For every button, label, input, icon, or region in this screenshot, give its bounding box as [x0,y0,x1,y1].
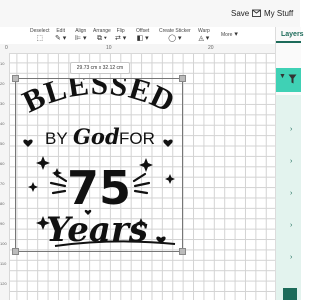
edit-button[interactable]: Edit ✎ ▾ [55,28,66,43]
create-sticker-button[interactable]: Create Sticker ◯ ▾ [159,28,191,43]
warp-icon: ◬ ▾ [198,35,210,42]
ruler-left-number: 60 [0,161,5,166]
ruler-left-number: 50 [0,141,5,146]
create-sticker-icon: ◯ ▾ [168,35,182,42]
save-button[interactable]: Save [231,9,249,18]
ruler-left-number: 10 [0,61,5,66]
dimension-label: 29.73 cm x 32.12 cm [70,62,130,74]
ruler-left-number: 110 [0,261,7,266]
ruler-top: 0 10 20 [0,44,275,54]
ruler-left-number: 70 [0,181,5,186]
ruler-left-number: 40 [0,121,5,126]
collapse-chevron-icon[interactable]: ▼ [279,73,286,80]
ruler-top-number: 20 [208,45,214,51]
my-stuff-icon [252,9,261,17]
ruler-left-number: 20 [0,81,5,86]
more-label: More [221,32,233,38]
more-button[interactable]: More ▾ [221,31,238,38]
offset-button[interactable]: Offset ◧ ▾ [136,28,149,43]
flip-icon: ⇄ ▾ [115,35,127,42]
chevron-right-icon[interactable]: › [290,190,292,197]
layer-group-icon [288,74,297,84]
selection-box[interactable] [15,78,183,252]
deselect-button[interactable]: Deselect ⬚ [30,28,49,43]
top-bar: Save My Stuff [0,0,300,28]
selection-handle-top-right[interactable] [179,75,186,82]
align-button[interactable]: Align ⊫ ▾ [75,28,87,43]
selection-handle-bottom-right[interactable] [179,248,186,255]
ruler-left: 10 20 30 40 50 60 70 80 90 100 110 120 [0,53,10,300]
arrange-icon: ⧉ ▾ [96,35,107,42]
ruler-left-number: 30 [0,101,5,106]
edit-icon: ✎ ▾ [55,35,67,42]
edit-toolbar: Deselect ⬚ Edit ✎ ▾ Align ⊫ ▾ Arrange ⧉ … [0,27,300,45]
layer-children-list [276,95,301,300]
warp-button[interactable]: Warp ◬ ▾ [198,28,210,43]
align-icon: ⊫ ▾ [75,35,87,42]
ruler-left-number: 120 [0,281,7,286]
corner-badge[interactable] [283,288,297,300]
ruler-left-number: 80 [0,201,5,206]
layers-panel: Layers ▼ › › › › › [275,27,304,300]
offset-icon: ◧ ▾ [136,35,149,42]
arrange-button[interactable]: Arrange ⧉ ▾ [93,28,111,43]
chevron-right-icon[interactable]: › [290,254,292,261]
layers-tab-indicator [276,41,301,43]
flip-button[interactable]: Flip ⇄ ▾ [115,28,126,43]
selection-handle-top-left[interactable] [12,75,19,82]
more-chevron-icon: ▾ [234,31,238,38]
layers-tab[interactable]: Layers [281,31,304,38]
ruler-left-number: 90 [0,221,5,226]
ruler-top-number: 0 [5,45,8,51]
chevron-right-icon[interactable]: › [290,126,292,133]
selection-handle-bottom-left[interactable] [12,248,19,255]
chevron-right-icon[interactable]: › [290,222,292,229]
layer-group-row[interactable]: ▼ [276,68,301,92]
my-stuff-button[interactable]: My Stuff [252,6,293,20]
deselect-icon: ⬚ [36,35,44,42]
ruler-top-number: 10 [106,45,112,51]
chevron-right-icon[interactable]: › [290,158,292,165]
ruler-left-number: 100 [0,241,7,246]
my-stuff-label: My Stuff [264,8,294,18]
